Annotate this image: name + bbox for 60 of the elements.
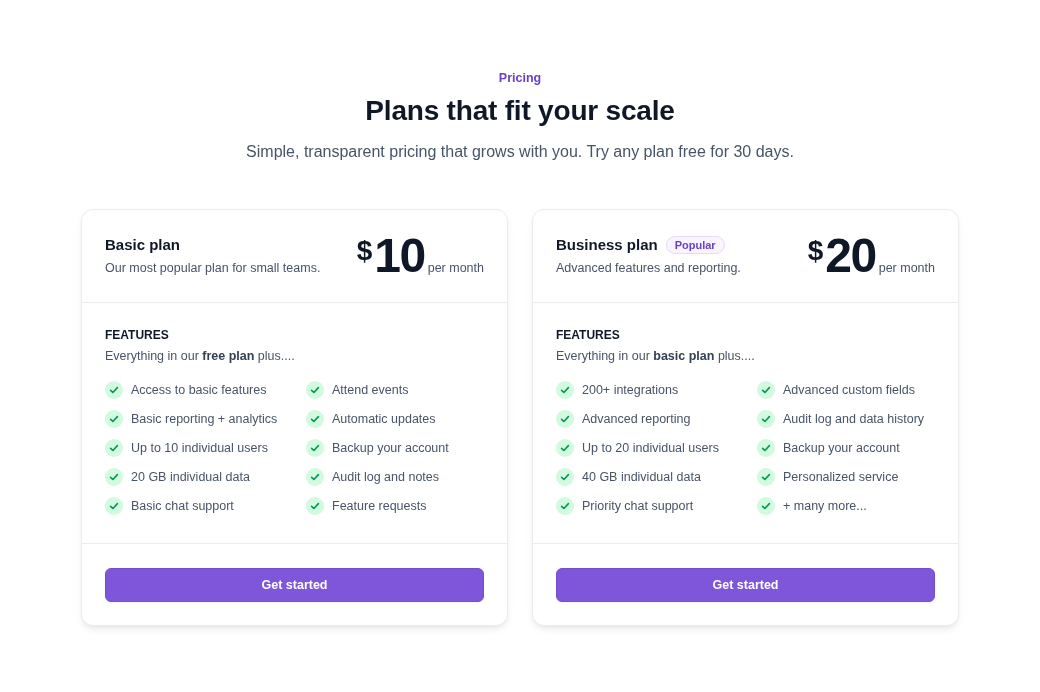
plan-tag: Popular: [665, 236, 725, 254]
features-intro: Everything in our basic plan plus....: [556, 348, 756, 365]
currency-symbol: $: [807, 236, 824, 266]
check-icon: [105, 381, 123, 399]
feature-text: Up to 20 individual users: [582, 440, 719, 457]
feature-text: + many more...: [783, 498, 867, 515]
feature-text: Personalized service: [783, 469, 899, 486]
feature-text: Audit log and data history: [783, 411, 925, 428]
section-label: Pricing: [497, 70, 543, 86]
plan-name: Business plan: [556, 235, 658, 255]
check-icon: [105, 497, 123, 515]
features-heading: FEATURES: [556, 327, 621, 343]
check-icon: [306, 497, 324, 515]
price-period: per month: [878, 260, 935, 276]
feature-text: Advanced reporting: [582, 411, 691, 428]
features-heading: FEATURES: [105, 327, 170, 343]
currency-symbol: $: [356, 236, 373, 266]
feature-text: Access to basic features: [131, 382, 267, 399]
check-icon: [556, 381, 574, 399]
features-intro: Everything in our free plan plus....: [105, 348, 296, 365]
check-icon: [757, 381, 775, 399]
price-period: per month: [427, 260, 484, 276]
check-icon: [556, 439, 574, 457]
plan-name: Basic plan: [105, 235, 181, 255]
page-subtitle: Simple, transparent pricing that grows with you. Try any plan free for 30 days.: [245, 142, 795, 162]
feature-text: Priority chat support: [582, 498, 694, 515]
feature-text: Automatic updates: [332, 411, 436, 428]
feature-text: Feature requests: [332, 498, 427, 515]
price-amount: 10: [374, 232, 425, 280]
feature-text: Basic chat support: [131, 498, 234, 515]
feature-text: Advanced custom fields: [783, 382, 915, 399]
check-icon: [757, 439, 775, 457]
check-icon: [757, 468, 775, 486]
check-icon: [556, 468, 574, 486]
get-started-button[interactable]: Get started: [105, 568, 484, 602]
feature-text: Attend events: [332, 382, 409, 399]
check-icon: [556, 410, 574, 428]
check-icon: [105, 439, 123, 457]
feature-text: Backup your account: [332, 440, 449, 457]
check-icon: [757, 410, 775, 428]
feature-text: 40 GB individual data: [582, 469, 701, 486]
plan-description: Advanced features and reporting.: [556, 260, 741, 277]
feature-text: Backup your account: [783, 440, 900, 457]
check-icon: [105, 468, 123, 486]
feature-text: Basic reporting + analytics: [131, 411, 278, 428]
get-started-button[interactable]: Get started: [556, 568, 935, 602]
check-icon: [556, 497, 574, 515]
check-icon: [306, 381, 324, 399]
check-icon: [105, 410, 123, 428]
feature-text: 200+ integrations: [582, 382, 679, 399]
price-amount: 20: [825, 232, 876, 280]
check-icon: [306, 410, 324, 428]
check-icon: [306, 439, 324, 457]
feature-text: Audit log and notes: [332, 469, 440, 486]
check-icon: [306, 468, 324, 486]
feature-text: Up to 10 individual users: [131, 440, 268, 457]
plan-description: Our most popular plan for small teams.: [105, 260, 321, 277]
feature-text: 20 GB individual data: [131, 469, 250, 486]
check-icon: [757, 497, 775, 515]
page-title: Plans that fit your scale: [364, 94, 676, 128]
